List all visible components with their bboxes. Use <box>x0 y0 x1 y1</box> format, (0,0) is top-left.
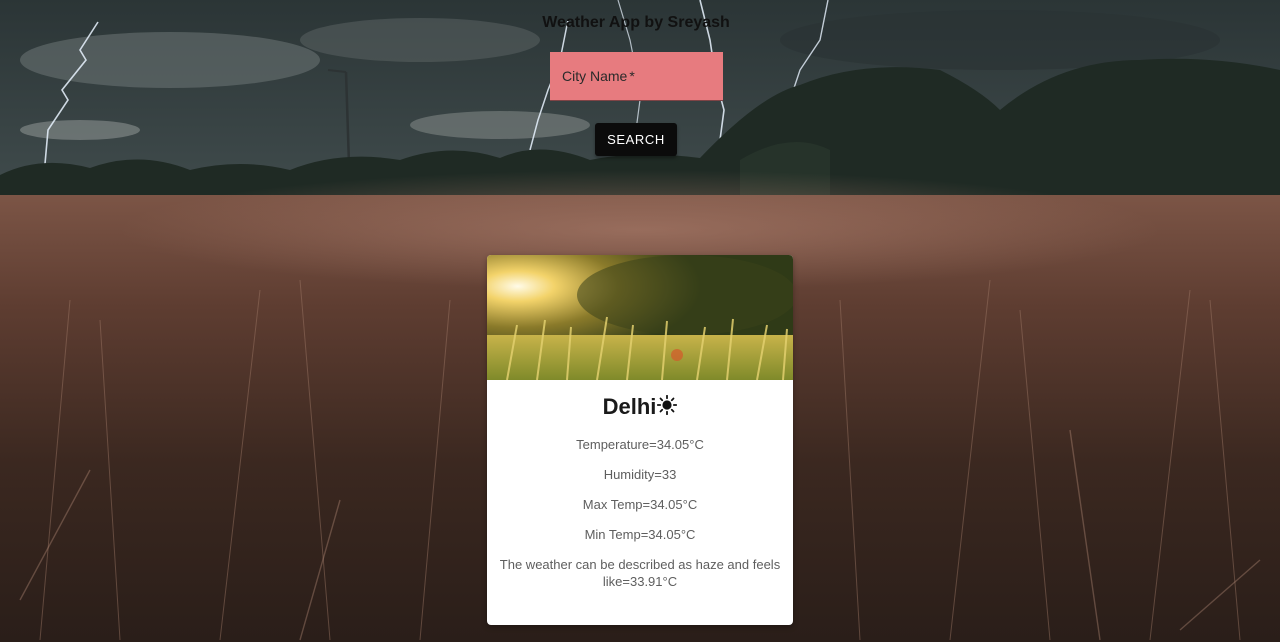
weather-description-text: The weather can be described as haze and… <box>499 557 781 589</box>
weather-app-page: Weather App by Sreyash City Name * SEARCH <box>0 0 1280 642</box>
sun-icon <box>657 394 678 421</box>
weather-card: Delhi Temperature=34.05°C Humidity=33 Ma… <box>487 255 793 625</box>
min-temp-text: Min Temp=34.05°C <box>584 527 696 542</box>
app-title: Weather App by Sreyash <box>542 14 730 31</box>
humidity-text: Humidity=33 <box>603 467 677 482</box>
temperature-text: Temperature=34.05°C <box>576 437 704 452</box>
weather-card-image <box>487 255 793 380</box>
city-name-input[interactable] <box>550 52 723 100</box>
search-button[interactable]: SEARCH <box>595 123 677 156</box>
city-name-field[interactable]: City Name * <box>550 52 723 101</box>
max-temp-text: Max Temp=34.05°C <box>582 497 698 512</box>
city-title: Delhi <box>487 394 793 421</box>
